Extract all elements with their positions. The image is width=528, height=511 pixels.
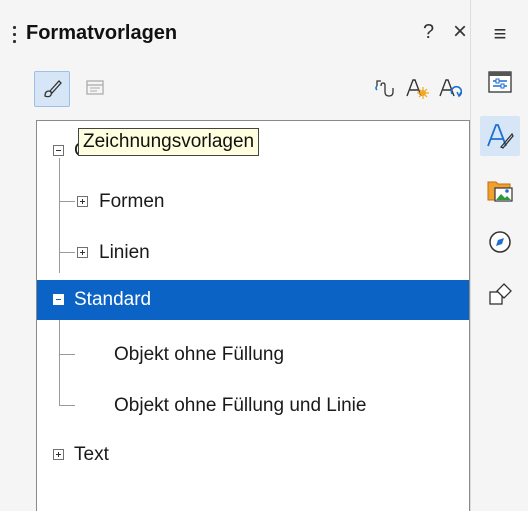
deck-gallery-button[interactable]	[480, 170, 520, 210]
drag-handle-icon[interactable]	[13, 26, 17, 48]
deck-navigator-button[interactable]	[480, 222, 520, 262]
deck-properties-button[interactable]	[480, 62, 520, 102]
tree-item-label: Linien	[99, 242, 150, 263]
tree-item-text[interactable]: Text	[37, 435, 469, 475]
sidebar-deck: ≡	[471, 0, 528, 511]
properties-icon	[488, 71, 512, 93]
update-style-icon	[439, 79, 462, 98]
collapse-icon[interactable]	[53, 294, 64, 305]
menu-icon: ≡	[493, 21, 507, 46]
presentation-styles-icon	[86, 80, 104, 95]
drawing-styles-icon	[44, 80, 62, 98]
collapse-icon[interactable]	[53, 145, 64, 156]
sidebar-menu-button[interactable]: ≡	[480, 14, 520, 54]
presentation-styles-button[interactable]	[78, 71, 112, 105]
tree-item-label: Objekt ohne Füllung	[114, 344, 285, 365]
tree-item-label: Formen	[99, 191, 165, 212]
style-list[interactable]: Grafik Formen Linien Standard Objekt ohn…	[36, 120, 470, 511]
expand-icon[interactable]	[53, 449, 64, 460]
navigator-icon	[489, 231, 511, 253]
tree-item-objekt-ohne-fuellung[interactable]: Objekt ohne Füllung	[37, 335, 469, 375]
fill-format-mode-button[interactable]	[367, 71, 401, 105]
deck-styles-button[interactable]	[480, 116, 520, 156]
tree-item-label: Text	[74, 444, 109, 465]
tree-item-objekt-ohne-fuellung-und-linie[interactable]: Objekt ohne Füllung und Linie	[37, 386, 469, 426]
tree-item-standard[interactable]: Standard	[37, 280, 469, 320]
update-style-button[interactable]	[433, 71, 467, 105]
gallery-icon	[487, 181, 513, 202]
fill-format-mode-icon	[375, 80, 394, 97]
deck-shapes-button[interactable]	[480, 274, 520, 314]
tree-item-linien[interactable]: Linien	[37, 233, 469, 273]
expand-icon[interactable]	[77, 196, 88, 207]
styles-icon	[487, 124, 514, 149]
shapes-icon	[489, 283, 512, 305]
styles-panel: Formatvorlagen ? × Zeichnungsvorlagen Fo…	[0, 0, 470, 511]
tree-item-label: Standard	[74, 289, 152, 310]
panel-title: Formatvorlagen	[26, 22, 178, 44]
new-style-icon	[406, 79, 429, 99]
tree-item-formen[interactable]: Formen	[37, 182, 469, 222]
tooltip: Zeichnungsvorlagen	[78, 128, 260, 156]
tree-item-label: Objekt ohne Füllung und Linie	[114, 395, 367, 416]
expand-icon[interactable]	[77, 247, 88, 258]
drawing-styles-button[interactable]	[34, 71, 70, 107]
help-button[interactable]: ?	[423, 21, 434, 44]
close-button[interactable]: ×	[453, 18, 467, 46]
new-style-button[interactable]	[400, 71, 434, 105]
